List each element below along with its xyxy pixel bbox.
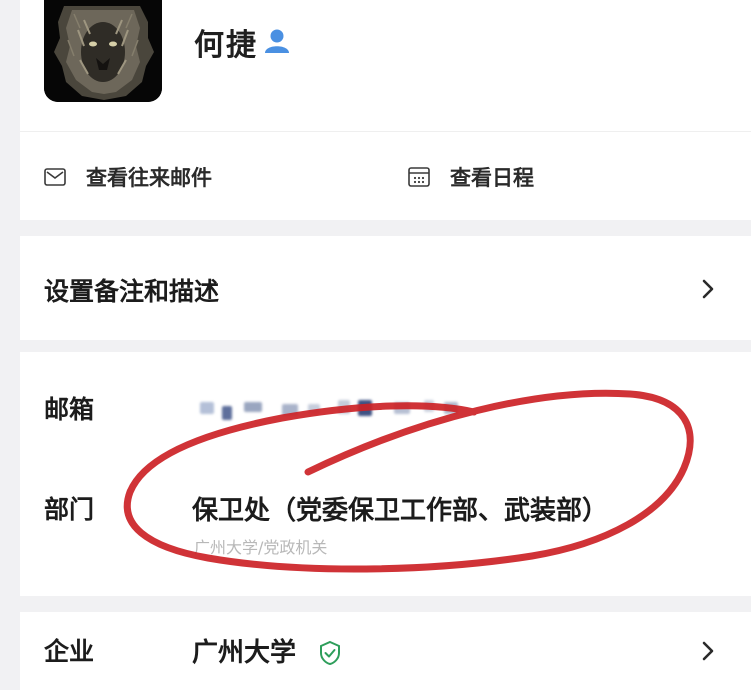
view-emails-label: 查看往来邮件 — [86, 166, 212, 190]
department-path: 广州大学/党政机关 — [194, 538, 328, 557]
set-remark-row[interactable]: 设置备注和描述 — [20, 236, 751, 340]
email-label: 邮箱 — [44, 395, 95, 424]
set-remark-label: 设置备注和描述 — [44, 277, 220, 306]
contact-name: 何捷 — [194, 28, 258, 63]
view-emails-button[interactable]: 查看往来邮件 — [44, 162, 212, 192]
chevron-right-icon — [702, 641, 714, 661]
contact-info-card: 邮箱 部门 保卫处（党委保卫工作部、武装部） 广州大学/党政机关 — [20, 352, 751, 596]
shield-check-icon — [320, 640, 340, 666]
divider — [20, 131, 751, 132]
department-value: 保卫处（党委保卫工作部、武装部） — [192, 496, 609, 526]
view-schedule-label: 查看日程 — [450, 166, 534, 190]
envelope-icon — [44, 168, 66, 186]
calendar-icon — [408, 167, 430, 187]
department-label: 部门 — [44, 495, 95, 524]
company-row[interactable]: 企业 广州大学 — [20, 612, 751, 690]
email-value-redacted[interactable] — [198, 394, 498, 420]
view-schedule-button[interactable]: 查看日程 — [408, 162, 534, 192]
lion-portrait-icon — [44, 0, 162, 102]
company-label: 企业 — [44, 637, 95, 666]
profile-card: 何捷 查看往来邮件 查看日程 — [20, 0, 751, 220]
company-value: 广州大学 — [192, 638, 297, 668]
person-icon — [265, 29, 289, 53]
avatar[interactable] — [44, 0, 162, 102]
chevron-right-icon — [702, 279, 714, 299]
